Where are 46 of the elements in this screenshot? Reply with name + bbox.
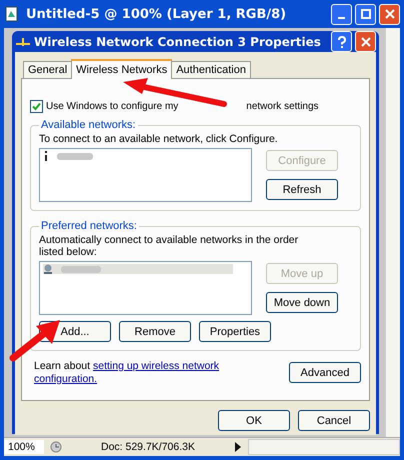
close-button[interactable] <box>379 4 400 24</box>
action-button[interactable]: Move down <box>266 292 338 313</box>
network-icon <box>43 264 53 274</box>
network-list[interactable] <box>39 261 252 315</box>
play-icon[interactable] <box>234 442 242 452</box>
dialog-button[interactable]: OK <box>218 410 290 431</box>
network-icon <box>15 36 31 48</box>
clock-icon[interactable] <box>50 441 62 453</box>
hint-text: Automatically connect to available networks in the order listed below: <box>39 234 300 258</box>
checkbox[interactable] <box>30 100 43 113</box>
help-icon <box>336 36 346 48</box>
checkbox-label: Use Windows to configure my <box>46 101 178 112</box>
learn-text: Learn about <box>34 360 90 372</box>
document-icon <box>4 6 20 22</box>
help-button[interactable] <box>331 31 352 52</box>
action-button[interactable]: Refresh <box>266 179 338 200</box>
window-title: Untitled-5 @ 100% (Layer 1, RGB/8) <box>26 6 286 22</box>
advanced-button[interactable]: Advanced <box>289 362 361 383</box>
redacted-name <box>61 266 101 272</box>
zoom-field[interactable]: 100% <box>4 440 44 454</box>
tab[interactable]: Wireless Networks <box>71 59 172 79</box>
close-icon <box>360 36 370 46</box>
group-title: Preferred networks: <box>40 220 138 232</box>
maximize-button[interactable] <box>355 4 376 24</box>
action-button[interactable]: Properties <box>199 321 271 342</box>
help-link[interactable]: setting up wireless network <box>92 360 220 372</box>
horizontal-scrollbar[interactable] <box>248 439 400 455</box>
group-title: Available networks: <box>40 119 137 131</box>
dialog-button[interactable]: Cancel <box>298 410 370 431</box>
maximize-icon <box>360 9 370 19</box>
minimize-button[interactable] <box>331 4 352 24</box>
dialog-title: Wireless Network Connection 3 Properties <box>34 34 321 48</box>
tab[interactable]: General <box>23 61 72 78</box>
tab[interactable]: Authentication <box>171 61 251 78</box>
document-size: Doc: 529.7K/706.3K <box>100 441 196 453</box>
action-button[interactable]: Remove <box>119 321 191 342</box>
help-link[interactable]: configuration. <box>34 373 98 385</box>
checkbox-label: network settings <box>246 101 319 112</box>
vertical-scrollbar[interactable] <box>385 28 400 437</box>
network-list[interactable] <box>39 148 252 202</box>
redacted-name <box>57 152 93 160</box>
info-icon <box>43 151 49 161</box>
close-icon <box>384 9 394 19</box>
minimize-icon <box>338 17 345 19</box>
close-button[interactable] <box>355 31 376 52</box>
hint-text: To connect to an available network, click Configure. <box>39 133 279 145</box>
